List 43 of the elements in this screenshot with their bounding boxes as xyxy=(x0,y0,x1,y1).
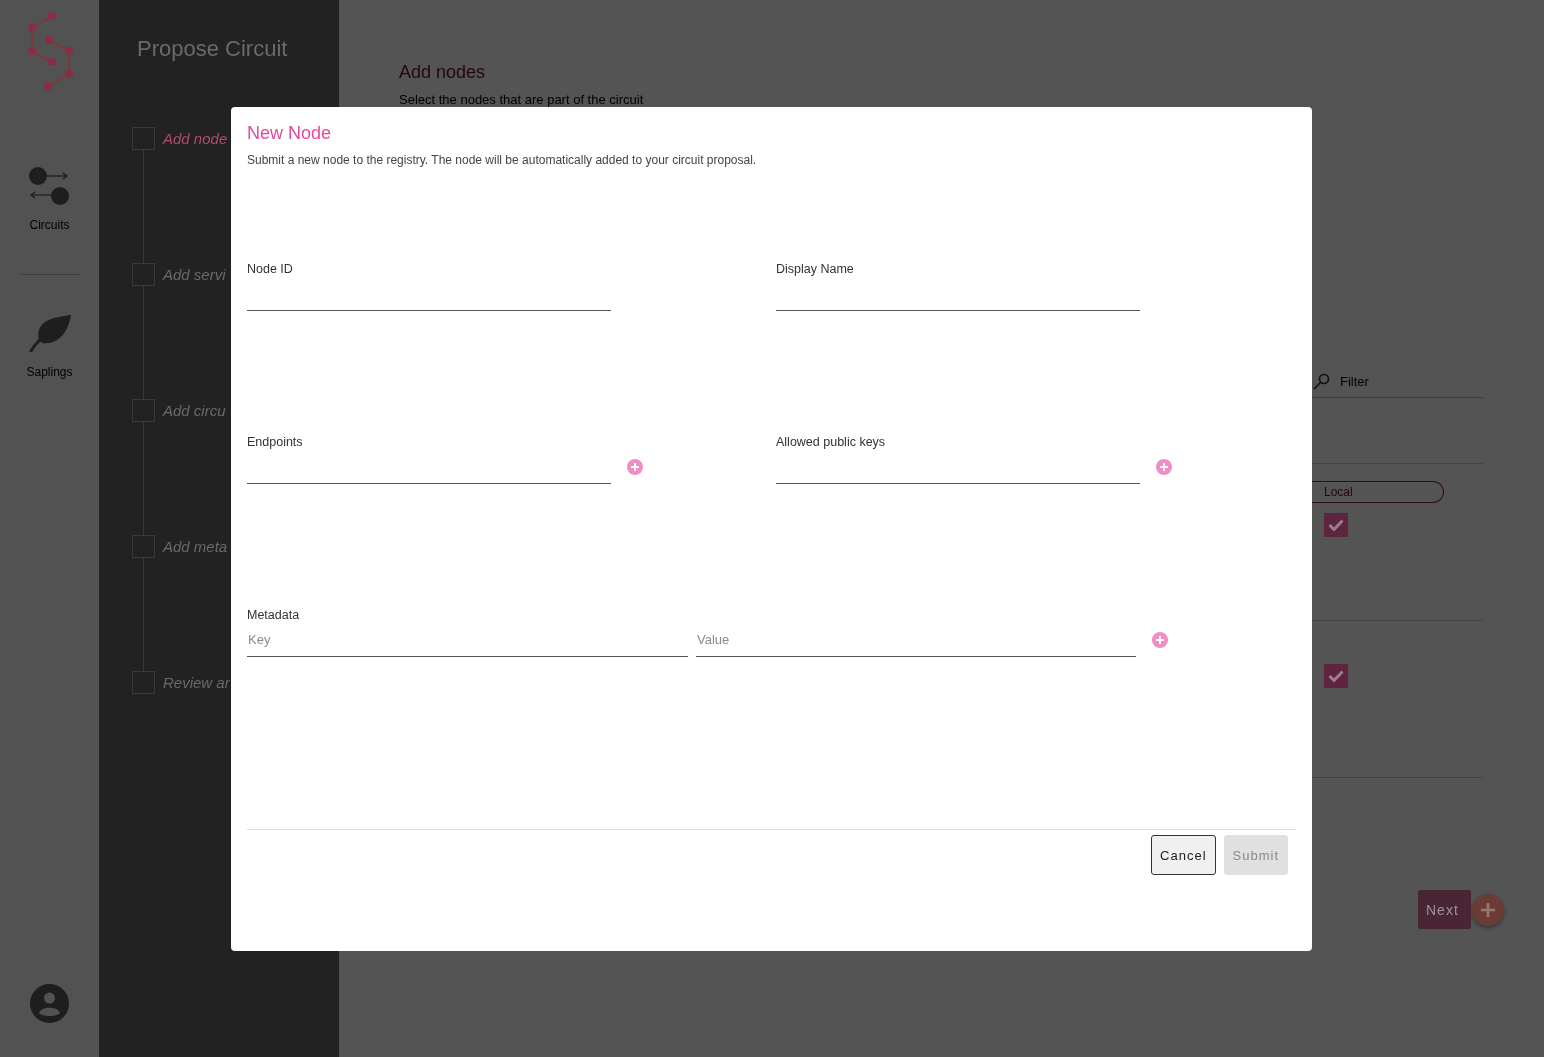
filter-field[interactable]: Filter xyxy=(1340,369,1470,394)
field-label: Display Name xyxy=(776,261,854,277)
plus-icon xyxy=(1480,902,1496,918)
add-fab[interactable] xyxy=(1472,894,1504,926)
step-label: Add node xyxy=(163,130,228,147)
dialog-title: New Node xyxy=(247,123,332,143)
field-label: Allowed public keys xyxy=(776,434,886,450)
add-button[interactable] xyxy=(1152,632,1168,648)
node-checkbox[interactable] xyxy=(1324,513,1348,537)
leaf-icon xyxy=(28,315,71,352)
circuits-icon xyxy=(29,167,70,205)
step-label: Review ar xyxy=(163,674,230,691)
next-button[interactable]: Next xyxy=(1418,890,1471,929)
node-checkbox[interactable] xyxy=(1324,664,1348,688)
step-checkbox[interactable] xyxy=(132,127,155,150)
dialog-subtitle: Submit a new node to the registry. The node will be automatically added to your circuit proposal. xyxy=(247,153,757,167)
step-checkbox[interactable] xyxy=(132,671,155,694)
checkmark-icon xyxy=(1328,670,1344,682)
checkmark-icon xyxy=(1328,519,1344,531)
section-title: Add nodes xyxy=(399,62,486,82)
field-label: Endpoints xyxy=(247,434,303,450)
add-button[interactable] xyxy=(1156,459,1172,475)
input-field[interactable]: Value xyxy=(696,623,1136,657)
step-checkbox[interactable] xyxy=(132,399,155,422)
plus-circle-icon xyxy=(1156,459,1172,475)
search-icon xyxy=(1313,373,1330,390)
account-icon[interactable] xyxy=(30,984,69,1023)
nav-item[interactable]: Saplings xyxy=(26,315,73,379)
panel-title: Propose Circuit xyxy=(137,36,288,62)
field-label: Node ID xyxy=(247,261,293,277)
field-label: Metadata xyxy=(247,607,300,623)
add-button[interactable] xyxy=(627,459,643,475)
cancel-button[interactable]: Cancel xyxy=(1151,835,1216,875)
step-checkbox[interactable] xyxy=(132,535,155,558)
step-label: Add circu xyxy=(163,402,226,419)
step-checkbox[interactable] xyxy=(132,263,155,286)
step-label: Add meta xyxy=(163,538,228,555)
input-field[interactable]: Key xyxy=(247,623,688,657)
section-subtitle: Select the nodes that are part of the circuit xyxy=(399,93,644,107)
nav-item[interactable]: Circuits xyxy=(29,167,70,232)
plus-circle-icon xyxy=(627,459,643,475)
plus-circle-icon xyxy=(1152,632,1168,648)
step-label: Add servi xyxy=(163,266,226,283)
